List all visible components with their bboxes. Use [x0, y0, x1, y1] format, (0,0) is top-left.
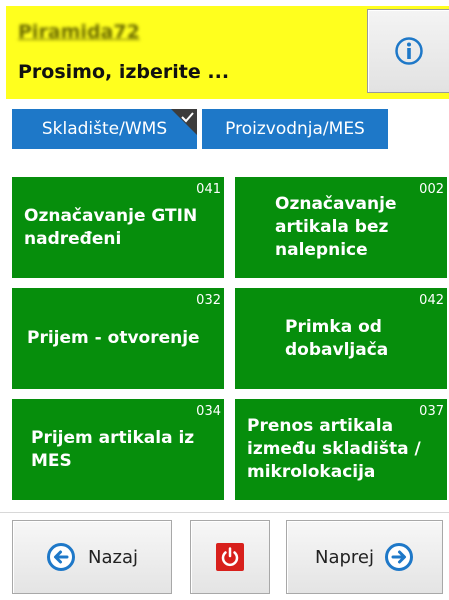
tab-skladiste-wms[interactable]: Skladište/WMS [12, 109, 197, 149]
tab-proizvodnja-mes[interactable]: Proizvodnja/MES [202, 109, 388, 149]
tile-label: Označavanje artikala bez nalepnice [275, 194, 397, 260]
header-bar: Piramida72 Prosimo, izberite ... [6, 6, 449, 99]
tile-label: Prijem - otvorenje [27, 328, 200, 348]
tile-label: Primka od dobavljača [285, 316, 389, 360]
tile-label: Prenos artikala između skladišta / mikro… [247, 416, 421, 482]
power-button[interactable] [190, 520, 270, 594]
page-prompt: Prosimo, izberite ... [18, 61, 230, 83]
tile-042[interactable]: 042 Primka od dobavljača [235, 288, 447, 389]
info-icon [395, 37, 423, 65]
tile-032[interactable]: 032 Prijem - otvorenje [12, 288, 224, 389]
tile-label: Prijem artikala iz MES [31, 427, 195, 471]
arrow-left-icon [47, 543, 75, 571]
next-label: Naprej [314, 546, 374, 568]
tab-label: Proizvodnja/MES [225, 119, 365, 139]
back-button[interactable]: Nazaj [12, 520, 172, 594]
footer-divider [0, 512, 449, 513]
power-icon [216, 543, 244, 571]
tab-label: Skladište/WMS [41, 119, 168, 139]
tile-041[interactable]: 041 Označavanje GTIN nadređeni [12, 177, 224, 278]
app-name: Piramida72 [18, 21, 140, 43]
arrow-right-icon [385, 543, 413, 571]
info-button[interactable] [367, 9, 449, 93]
check-icon [171, 109, 197, 135]
tile-002[interactable]: 002 Označavanje artikala bez nalepnice [235, 177, 447, 278]
back-label: Nazaj [88, 546, 138, 568]
tile-034[interactable]: 034 Prijem artikala iz MES [12, 399, 224, 500]
tile-037[interactable]: 037 Prenos artikala između skladišta / m… [235, 399, 447, 500]
next-button[interactable]: Naprej [286, 520, 443, 594]
tile-label: Označavanje GTIN nadređeni [24, 205, 198, 249]
